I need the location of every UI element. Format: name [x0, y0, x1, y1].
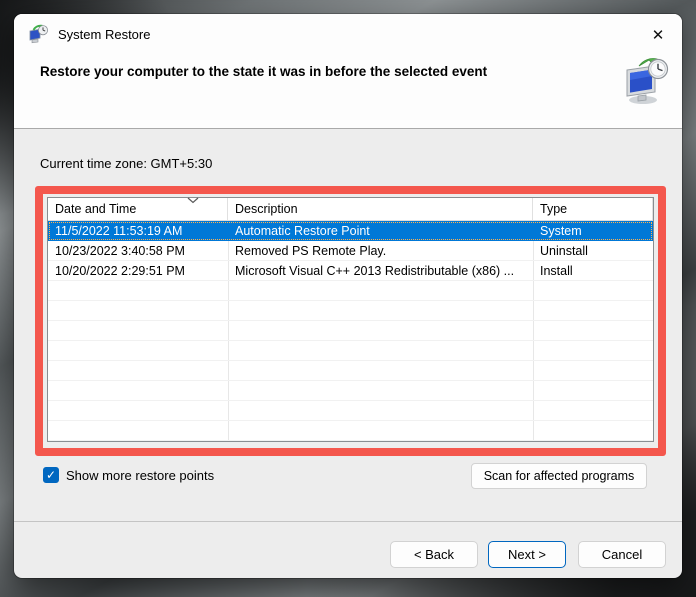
table-row[interactable]: 10/23/2022 3:40:58 PM Removed PS Remote P… [48, 241, 653, 261]
table-cell: System [540, 224, 582, 238]
column-header[interactable]: Description [228, 198, 533, 220]
column-header[interactable]: Type [533, 198, 653, 220]
table-row-empty[interactable] [48, 321, 653, 341]
show-more-checkbox[interactable]: ✓ [43, 467, 59, 483]
table-cell [48, 321, 228, 340]
show-more-label: Show more restore points [66, 467, 215, 483]
footer-divider [14, 521, 682, 522]
table-cell [48, 421, 228, 440]
table-cell: Install [540, 264, 573, 278]
table-cell [228, 321, 533, 340]
table-row-empty[interactable] [48, 361, 653, 381]
table-cell [228, 301, 533, 320]
table-row[interactable]: 10/20/2022 2:29:51 PM Microsoft Visual C+… [48, 261, 653, 281]
table-row-empty[interactable] [48, 421, 653, 441]
sort-descending-icon [187, 197, 199, 204]
table-header-row: Date and Time Description Type [48, 197, 653, 221]
table-cell [228, 281, 533, 300]
table-cell [228, 361, 533, 380]
timezone-label: Current time zone: GMT+5:30 [40, 156, 213, 171]
show-more-row: ✓ Show more restore points [43, 467, 214, 483]
table-cell [533, 341, 653, 360]
table-cell [48, 401, 228, 420]
scan-affected-programs-button[interactable]: Scan for affected programs [471, 463, 647, 489]
table-cell: 11/5/2022 11:53:19 AM [55, 224, 183, 238]
table-cell [228, 341, 533, 360]
table-cell: 10/23/2022 3:40:58 PM [55, 244, 185, 258]
system-restore-dialog: System Restore ✕ Restore your computer t… [14, 14, 682, 578]
table-row-empty[interactable] [48, 281, 653, 301]
title-bar[interactable]: System Restore ✕ [14, 14, 682, 54]
table-cell [533, 361, 653, 380]
table-body: 11/5/2022 11:53:19 AM Automatic Restore P… [48, 221, 653, 441]
table-cell [48, 281, 228, 300]
restore-point-table[interactable]: Date and Time Description Type 11/5/2022 1… [47, 197, 654, 442]
table-row-empty[interactable] [48, 401, 653, 421]
table-cell: Removed PS Remote Play. [235, 244, 387, 258]
table-cell [48, 361, 228, 380]
column-header[interactable]: Date and Time [48, 198, 228, 220]
table-cell [228, 381, 533, 400]
table-cell [48, 381, 228, 400]
desktop-wallpaper: System Restore ✕ Restore your computer t… [0, 0, 696, 597]
table-cell: Automatic Restore Point [235, 224, 370, 238]
table-cell [48, 341, 228, 360]
close-icon[interactable]: ✕ [646, 23, 670, 47]
page-instruction: Restore your computer to the state it wa… [40, 64, 488, 79]
table-cell [533, 321, 653, 340]
table-cell [533, 421, 653, 440]
table-row-empty[interactable] [48, 381, 653, 401]
table-cell [48, 301, 228, 320]
table-cell [228, 421, 533, 440]
window-title: System Restore [58, 26, 151, 42]
table-cell [533, 381, 653, 400]
table-cell [533, 401, 653, 420]
system-restore-icon [29, 24, 48, 44]
dialog-header-area: System Restore ✕ Restore your computer t… [14, 14, 682, 129]
table-cell [533, 281, 653, 300]
table-row-empty[interactable] [48, 341, 653, 361]
table-cell: Microsoft Visual C++ 2013 Redistributabl… [235, 264, 515, 278]
table-row[interactable]: 11/5/2022 11:53:19 AM Automatic Restore P… [48, 221, 653, 241]
table-cell: 10/20/2022 2:29:51 PM [55, 264, 185, 278]
system-restore-large-icon [626, 58, 669, 104]
table-cell: Uninstall [540, 244, 588, 258]
back-button[interactable]: < Back [390, 541, 478, 568]
table-cell [533, 301, 653, 320]
cancel-button[interactable]: Cancel [578, 541, 666, 568]
table-row-empty[interactable] [48, 301, 653, 321]
next-button[interactable]: Next > [488, 541, 566, 568]
table-cell [228, 401, 533, 420]
